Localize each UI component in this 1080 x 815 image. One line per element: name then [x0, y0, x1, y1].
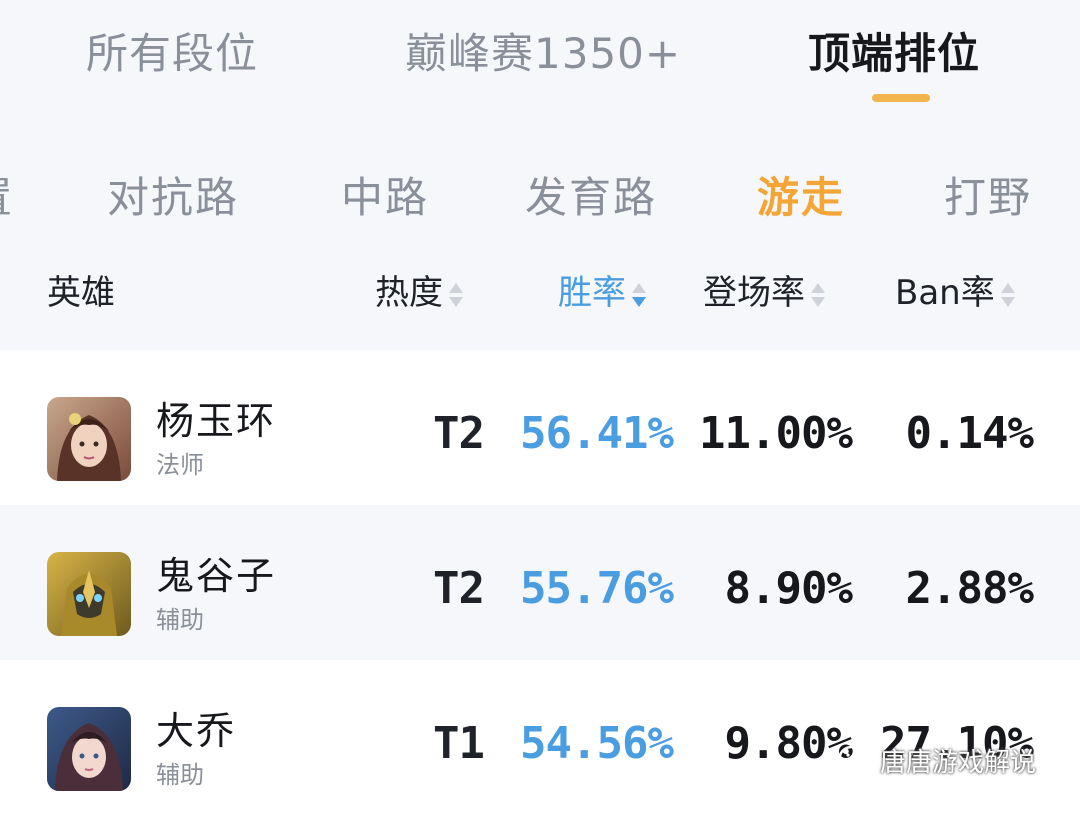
- col-pick-rate[interactable]: 登场率: [703, 265, 825, 314]
- hero-role: 法师: [156, 451, 204, 479]
- tab-top-ranked[interactable]: 顶端排位: [808, 20, 980, 81]
- sort-desc-icon: [632, 282, 646, 308]
- hero-role: 辅助: [156, 606, 204, 634]
- table-row[interactable]: 大乔 辅助 T1 54.56% 9.80% 27.10%: [0, 660, 1080, 815]
- hero-name: 鬼谷子: [156, 554, 277, 598]
- tab-position-partial[interactable]: 置: [0, 164, 14, 225]
- table-header: 英雄 热度 胜率 登场率 Ban率: [0, 255, 1080, 325]
- hero-name: 大乔: [156, 709, 237, 753]
- sort-icon: [449, 282, 463, 308]
- hero-tier: T1: [433, 718, 485, 769]
- hero-ban-rate: 2.88%: [905, 563, 1034, 614]
- tab-peak-1350[interactable]: 巅峰赛1350+: [405, 20, 681, 81]
- hero-tier: T2: [433, 408, 485, 459]
- hero-avatar: [47, 552, 131, 636]
- watermark-text: 唐唐游戏解说: [880, 748, 1037, 778]
- hero-win-rate: 56.41%: [520, 408, 674, 459]
- rank-tier-tabs: 所有段位 巅峰赛1350+ 顶端排位: [0, 0, 1080, 125]
- tab-all-ranks[interactable]: 所有段位: [86, 20, 258, 81]
- tab-clash-lane[interactable]: 对抗路: [107, 164, 239, 225]
- hero-avatar: [47, 397, 131, 481]
- table-row[interactable]: 杨玉环 法师 T2 56.41% 11.00% 0.14%: [0, 350, 1080, 505]
- tab-farm-lane[interactable]: 发育路: [525, 164, 657, 225]
- col-win-rate[interactable]: 胜率: [558, 265, 646, 314]
- table-row[interactable]: 鬼谷子 辅助 T2 55.76% 8.90% 2.88%: [0, 505, 1080, 660]
- position-tabs: 置 对抗路 中路 发育路 游走 打野: [0, 150, 1080, 230]
- hero-pick-rate: 8.90%: [724, 563, 853, 614]
- col-popularity[interactable]: 热度: [375, 265, 463, 314]
- hero-pick-rate: 11.00%: [699, 408, 853, 459]
- hero-win-rate: 54.56%: [520, 718, 674, 769]
- tab-jungle[interactable]: 打野: [944, 164, 1032, 225]
- watermark: 唐唐游戏解说: [838, 742, 1036, 782]
- sort-icon: [811, 282, 825, 308]
- wechat-icon: [838, 745, 874, 782]
- hero-name: 杨玉环: [156, 399, 277, 443]
- hero-win-rate: 55.76%: [520, 563, 674, 614]
- hero-avatar: [47, 707, 131, 791]
- hero-ban-rate: 0.14%: [905, 408, 1034, 459]
- col-ban-rate[interactable]: Ban率: [895, 265, 1015, 314]
- col-hero: 英雄: [47, 273, 115, 313]
- active-tab-indicator: [872, 94, 930, 102]
- hero-tier: T2: [433, 563, 485, 614]
- tab-mid-lane[interactable]: 中路: [341, 164, 429, 225]
- hero-role: 辅助: [156, 761, 204, 789]
- hero-pick-rate: 9.80%: [724, 718, 853, 769]
- tab-roam[interactable]: 游走: [757, 164, 845, 225]
- sort-icon: [1000, 282, 1015, 308]
